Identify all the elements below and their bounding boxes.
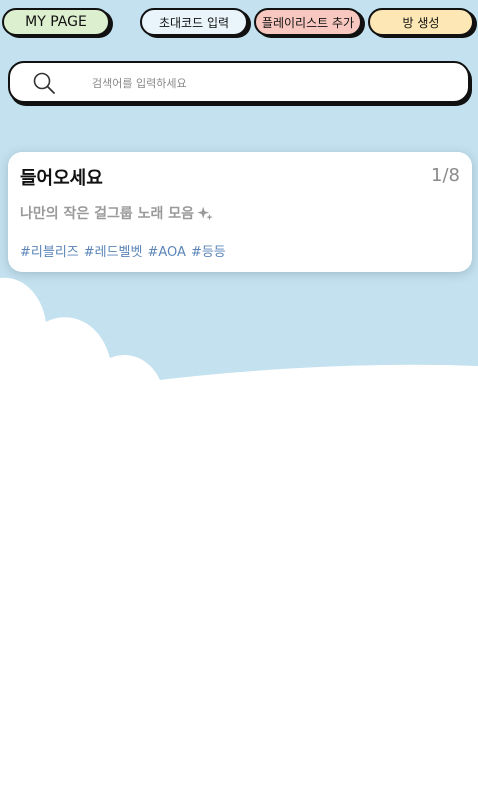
my-page-button[interactable]: MY PAGE (2, 8, 110, 36)
tag[interactable]: #레드벨벳 (84, 245, 143, 260)
tag[interactable]: #AOA (147, 245, 185, 260)
tag[interactable]: #리블리즈 (20, 245, 79, 260)
room-description: 나만의 작은 걸그룹 노래 모음 (20, 206, 195, 222)
tag[interactable]: #등등 (191, 245, 226, 260)
room-title: 들어오세요 (20, 168, 103, 189)
room-occupancy: 1/8 (431, 165, 460, 186)
room-tags: #리블리즈 #레드벨벳 #AOA #등등 (20, 241, 231, 260)
create-room-button[interactable]: 방 생성 (368, 8, 474, 36)
room-description-row: 나만의 작은 걸그룹 노래 모음 (20, 203, 214, 223)
cloud-background (0, 277, 478, 800)
search-input[interactable] (90, 71, 454, 95)
search-bar[interactable] (8, 61, 470, 103)
search-icon[interactable] (32, 71, 56, 95)
sparkle-icon (197, 206, 213, 221)
invite-code-button[interactable]: 초대코드 입력 (140, 8, 248, 36)
add-playlist-button[interactable]: 플레이리스트 추가 (254, 8, 362, 36)
room-card[interactable]: 들어오세요 1/8 나만의 작은 걸그룹 노래 모음 #리블리즈 #레드벨벳 #AO… (8, 152, 472, 272)
